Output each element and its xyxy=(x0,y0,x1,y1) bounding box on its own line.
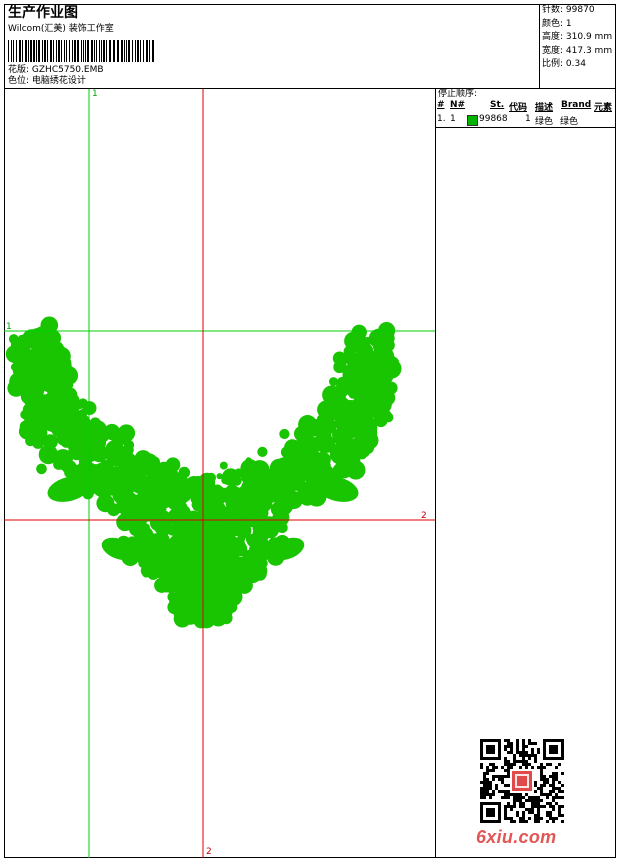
barcode-image xyxy=(8,40,154,62)
header-info: 生产作业图 Wilcom(汇美) 装饰工作室 花版: GZHC5750.EMB … xyxy=(4,4,540,88)
divider xyxy=(436,127,616,128)
col-header: # xyxy=(437,100,445,110)
stop-sequence-panel: 停止顺序: # N# St. 代码 描述 Brand 元素 1. 1 99868… xyxy=(436,89,616,858)
stat-scale: 比例: 0.34 xyxy=(542,58,616,72)
pattern-label: 花版: xyxy=(8,65,30,75)
col-header: 代码 xyxy=(509,103,528,113)
color-swatch xyxy=(467,115,478,126)
stat-value: 1 xyxy=(565,18,572,29)
watermark-logo: 6xiu.com xyxy=(476,827,557,847)
stat-value: 0.34 xyxy=(565,59,586,69)
stat-width: 宽度: 417.3 mm xyxy=(542,45,616,59)
stop-sequence-title: 停止顺序: xyxy=(438,89,478,99)
studio-name: Wilcom(汇美) 装饰工作室 xyxy=(8,24,114,34)
col-header: N# xyxy=(450,100,466,110)
col-header: 元素 xyxy=(594,103,613,113)
table-row: 1. 1 99868 1 绿色 绿色 xyxy=(436,114,616,127)
row-code: 1 xyxy=(525,114,531,124)
page-title: 生产作业图 xyxy=(8,5,78,21)
color-label: 色位: xyxy=(8,76,30,86)
row-stitches: 99868 xyxy=(479,114,508,124)
design-canvas: 1 1 2 2 xyxy=(4,89,436,858)
stat-value: 417.3 mm xyxy=(565,45,613,56)
row-brand: 绿色 xyxy=(560,117,579,127)
header: 生产作业图 Wilcom(汇美) 装饰工作室 花版: GZHC5750.EMB … xyxy=(4,4,616,89)
embroidery-design xyxy=(4,89,435,858)
pattern-value: GZHC5750.EMB xyxy=(31,65,104,75)
stat-height: 高度: 310.9 mm xyxy=(542,31,616,45)
stat-label: 宽度: xyxy=(542,45,564,56)
col-header: 描述 xyxy=(535,103,554,113)
green-guide-label-left: 1 xyxy=(6,322,12,332)
stats-panel: 针数: 99870 颜色: 1 高度: 310.9 mm 宽度: 417.3 m… xyxy=(541,4,616,88)
color-value: 电脑绣花设计 xyxy=(31,76,86,86)
stop-sequence-header: # N# St. 代码 描述 Brand 元素 xyxy=(436,100,616,113)
qr-code-image xyxy=(480,739,564,823)
red-guide-label-bottom: 2 xyxy=(206,847,212,857)
red-guide-label-right: 2 xyxy=(421,511,427,521)
stat-label: 高度: xyxy=(542,32,564,42)
row-needle: 1 xyxy=(450,114,456,124)
green-guide-label-top: 1 xyxy=(92,89,98,99)
col-header: Brand xyxy=(561,100,592,110)
pattern-line: 花版: GZHC5750.EMB xyxy=(8,65,104,76)
color-line: 色位: 电脑绣花设计 xyxy=(8,76,86,87)
stat-value: 310.9 mm xyxy=(565,32,613,42)
stat-colors: 颜色: 1 xyxy=(542,18,616,32)
stat-label: 比例: xyxy=(542,59,564,69)
stat-stitches: 针数: 99870 xyxy=(542,4,616,18)
col-header: St. xyxy=(490,100,505,110)
stat-label: 针数: xyxy=(542,5,564,15)
stat-label: 颜色: xyxy=(542,18,564,29)
stat-value: 99870 xyxy=(565,5,595,15)
row-description: 绿色 xyxy=(535,117,554,127)
row-index: 1. xyxy=(437,114,446,124)
